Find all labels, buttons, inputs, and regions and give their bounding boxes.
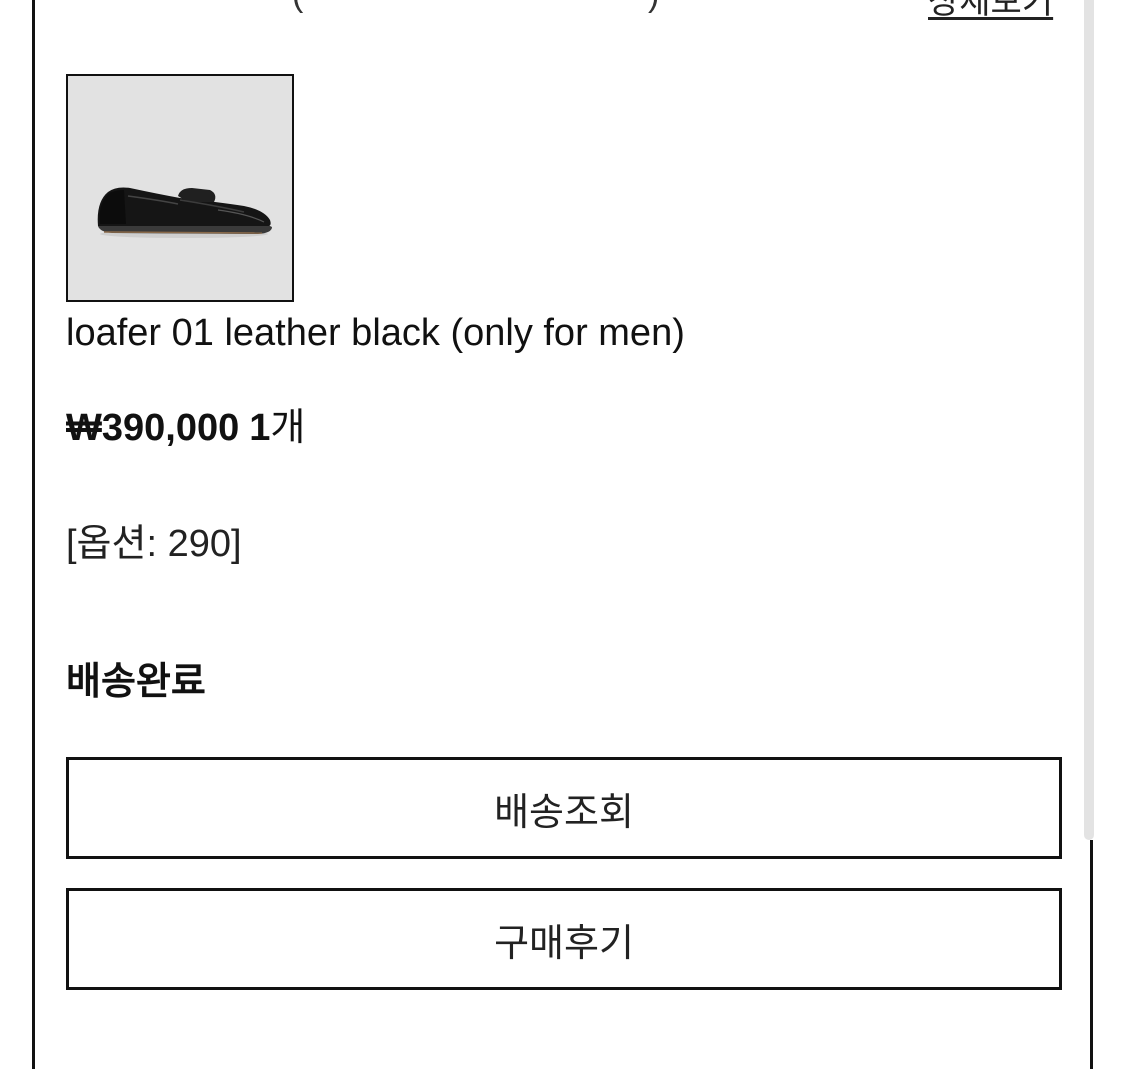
scrollbar[interactable] [1084,0,1094,840]
previous-row-text-start: ( [292,0,303,15]
left-border [32,0,35,1069]
product-name[interactable]: loafer 01 leather black (only for men) [66,310,685,356]
quantity-unit: 개 [270,407,306,449]
product-price: ₩390,000 [66,407,240,449]
quantity-number: 1 [249,407,271,449]
previous-detail-link[interactable]: 상세보기 [928,0,1053,23]
price-quantity-row: ₩390,000 1개 [66,404,305,452]
write-review-button[interactable]: 구매후기 [66,888,1062,990]
loafer-image [68,76,292,300]
product-image[interactable] [66,74,294,302]
previous-row-text-end: ) [648,0,659,15]
right-border [1090,840,1093,1069]
track-delivery-button[interactable]: 배송조회 [66,757,1062,859]
product-option: [옵션: 290] [66,523,242,565]
delivery-status: 배송완료 [66,661,206,703]
